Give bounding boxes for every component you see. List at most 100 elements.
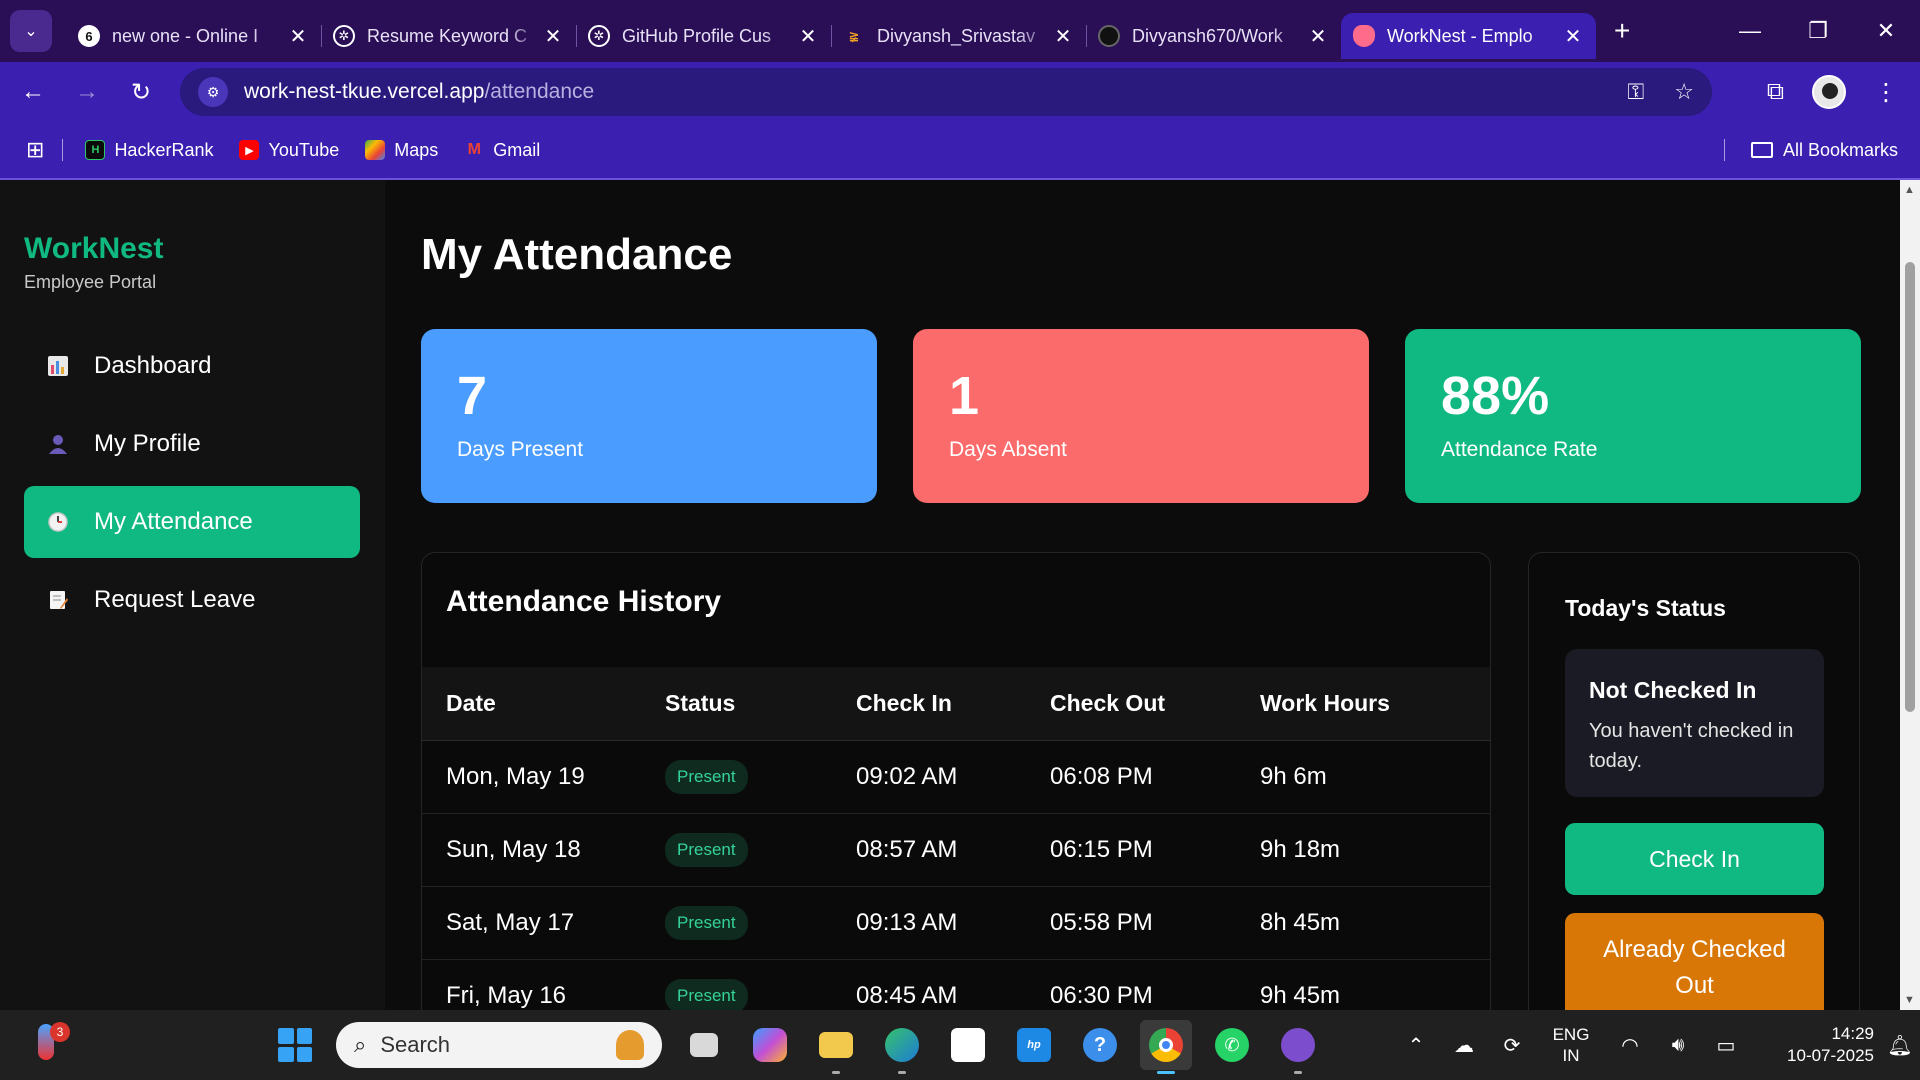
forward-arrow-icon[interactable]: → (60, 78, 114, 106)
column-header-work-hours: Work Hours (1260, 690, 1390, 716)
tab-list: 6 new one - Online I ✕ ✲ Resume Keyword … (66, 0, 1596, 62)
url-path: /attendance (484, 80, 595, 103)
chrome-icon[interactable] (1140, 1020, 1192, 1074)
edge-browser-icon[interactable] (876, 1020, 928, 1074)
microsoft-store-icon[interactable] (942, 1020, 994, 1070)
onedrive-cloud-icon[interactable]: ☁ (1440, 1033, 1488, 1058)
browser-tab[interactable]: ✲ Resume Keyword C ✕ (321, 13, 576, 59)
all-bookmarks[interactable]: All Bookmarks (1723, 122, 1898, 178)
reload-icon[interactable]: ↻ (114, 78, 168, 107)
bookmark-hackerrank[interactable]: H HackerRank (85, 140, 213, 161)
scroll-down-arrow-icon[interactable]: ▼ (1904, 994, 1915, 1006)
close-tab-icon[interactable]: ✕ (542, 24, 564, 49)
sidebar-item-my-profile[interactable]: My Profile (24, 408, 360, 480)
window-controls: — ❐ ✕ (1716, 0, 1920, 62)
notifications-bell-icon[interactable]: 🔔︎ (1880, 1033, 1920, 1058)
search-icon: ⌕ (354, 1032, 367, 1057)
browser-tab[interactable]: ≩ Divyansh_Srivastav ✕ (831, 13, 1086, 59)
close-tab-icon[interactable]: ✕ (1562, 24, 1584, 49)
status-badge: Present (665, 906, 748, 940)
close-tab-icon[interactable]: ✕ (797, 24, 819, 49)
brand-logo-text[interactable]: WorkNest (24, 232, 163, 266)
browser-tab-active[interactable]: WorkNest - Emplo ✕ (1341, 13, 1596, 59)
myhp-icon[interactable]: hp (1008, 1020, 1060, 1070)
youtube-icon: ▶ (239, 140, 260, 160)
more-menu-icon[interactable]: ⋮ (1874, 78, 1898, 107)
show-hidden-icons-chevron-icon[interactable]: ⌃ (1392, 1033, 1440, 1058)
sync-icon[interactable]: ⟳ (1488, 1033, 1536, 1058)
status-badge: Present (665, 760, 748, 794)
stat-label: Days Absent (949, 438, 1067, 462)
weather-widget[interactable]: 3 (28, 1022, 70, 1064)
close-tab-icon[interactable]: ✕ (1052, 24, 1074, 49)
sidebar-item-my-attendance[interactable]: My Attendance (24, 486, 360, 558)
whatsapp-icon[interactable]: ✆ (1206, 1020, 1258, 1070)
github-icon (1098, 25, 1120, 47)
clock-icon (46, 510, 70, 534)
sidebar-item-request-leave[interactable]: Request Leave (24, 564, 360, 636)
tab-title: Divyansh_Srivastav (877, 25, 1036, 46)
extensions-puzzle-icon[interactable]: ⧉ (1767, 78, 1784, 106)
main-content: My Attendance 7 Days Present 1 Days Abse… (385, 180, 1900, 1010)
get-help-icon[interactable]: ? (1074, 1020, 1126, 1070)
hackerrank-icon: H (85, 140, 106, 160)
cell-check-out: 06:08 PM (1050, 763, 1153, 790)
taskbar-search-box[interactable]: ⌕ Search (336, 1022, 662, 1068)
back-arrow-icon[interactable]: ← (6, 78, 60, 106)
bookmark-gmail[interactable]: M Gmail (464, 139, 541, 161)
bookmark-youtube[interactable]: ▶ YouTube (239, 140, 339, 161)
task-view-icon[interactable] (678, 1020, 730, 1070)
column-header-status: Status (665, 690, 736, 716)
minimize-icon[interactable]: — (1716, 18, 1784, 44)
bookmark-label: Gmail (493, 139, 541, 160)
apps-grid-icon[interactable]: ⊞ (26, 137, 44, 163)
profile-avatar[interactable] (1812, 75, 1846, 109)
sidebar-item-label: Request Leave (94, 586, 256, 613)
close-window-icon[interactable]: ✕ (1852, 18, 1920, 44)
copilot-icon[interactable] (744, 1020, 796, 1070)
language-indicator[interactable]: ENG IN (1536, 1024, 1606, 1067)
column-header-check-in: Check In (856, 690, 952, 716)
scrollbar-thumb[interactable] (1905, 262, 1915, 712)
sidebar-item-dashboard[interactable]: Dashboard (24, 330, 360, 402)
status-badge: Present (665, 979, 748, 1010)
browser-tab[interactable]: ✲ GitHub Profile Cus ✕ (576, 13, 831, 59)
todays-status-card: Today's Status Not Checked In You haven'… (1528, 552, 1860, 1010)
close-tab-icon[interactable]: ✕ (1307, 24, 1329, 49)
page-content: WorkNest Employee Portal Dashboard My Pr… (0, 180, 1900, 1010)
github-desktop-icon[interactable] (1272, 1020, 1324, 1074)
browser-tab[interactable]: Divyansh670/Work ✕ (1086, 13, 1341, 59)
cell-check-out: 06:15 PM (1050, 836, 1153, 863)
already-checked-out-button[interactable]: Already Checked Out (1565, 913, 1824, 1010)
address-bar[interactable]: ⚙ work-nest-tkue.vercel.app/attendance ⚿… (180, 68, 1712, 116)
scroll-up-arrow-icon[interactable]: ▲ (1904, 184, 1915, 196)
bookmark-star-icon[interactable]: ☆ (1674, 79, 1694, 105)
cell-work-hours: 9h 18m (1260, 836, 1341, 863)
restore-icon[interactable]: ❐ (1784, 18, 1852, 44)
browser-tab-strip: ⌄ 6 new one - Online I ✕ ✲ Resume Keywor… (0, 0, 1920, 62)
stat-value: 88% (1441, 366, 1550, 426)
clock[interactable]: 14:29 10-07-2025 (1750, 1023, 1880, 1067)
password-key-icon[interactable]: ⚿ (1628, 79, 1645, 105)
new-tab-plus-icon[interactable]: + (1614, 15, 1630, 47)
bookmark-maps[interactable]: Maps (365, 140, 438, 161)
battery-icon[interactable]: ▭ (1702, 1033, 1750, 1058)
site-settings-icon[interactable]: ⚙ (198, 77, 228, 107)
bookmark-label: YouTube (268, 139, 340, 160)
volume-icon[interactable]: 🔊︎ (1654, 1034, 1702, 1057)
stat-card-days-absent: 1 Days Absent (913, 329, 1369, 503)
notification-badge: 3 (50, 1022, 70, 1042)
close-tab-icon[interactable]: ✕ (287, 24, 309, 49)
divider (62, 139, 64, 161)
tab-search-button[interactable]: ⌄ (10, 10, 52, 52)
page-scrollbar[interactable]: ▲ ▼ (1900, 180, 1920, 1010)
column-header-check-out: Check Out (1050, 690, 1166, 716)
table-row: Mon, May 19 Present 09:02 AM 06:08 PM 9h… (422, 741, 1490, 814)
tab-title: Divyansh670/Work (1132, 25, 1283, 46)
file-explorer-icon[interactable] (810, 1020, 862, 1074)
all-bookmarks-label: All Bookmarks (1782, 139, 1898, 160)
browser-tab[interactable]: 6 new one - Online I ✕ (66, 13, 321, 59)
wifi-icon[interactable]: ◠ (1606, 1033, 1654, 1058)
check-in-button[interactable]: Check In (1565, 823, 1824, 895)
windows-start-icon[interactable] (278, 1028, 312, 1062)
